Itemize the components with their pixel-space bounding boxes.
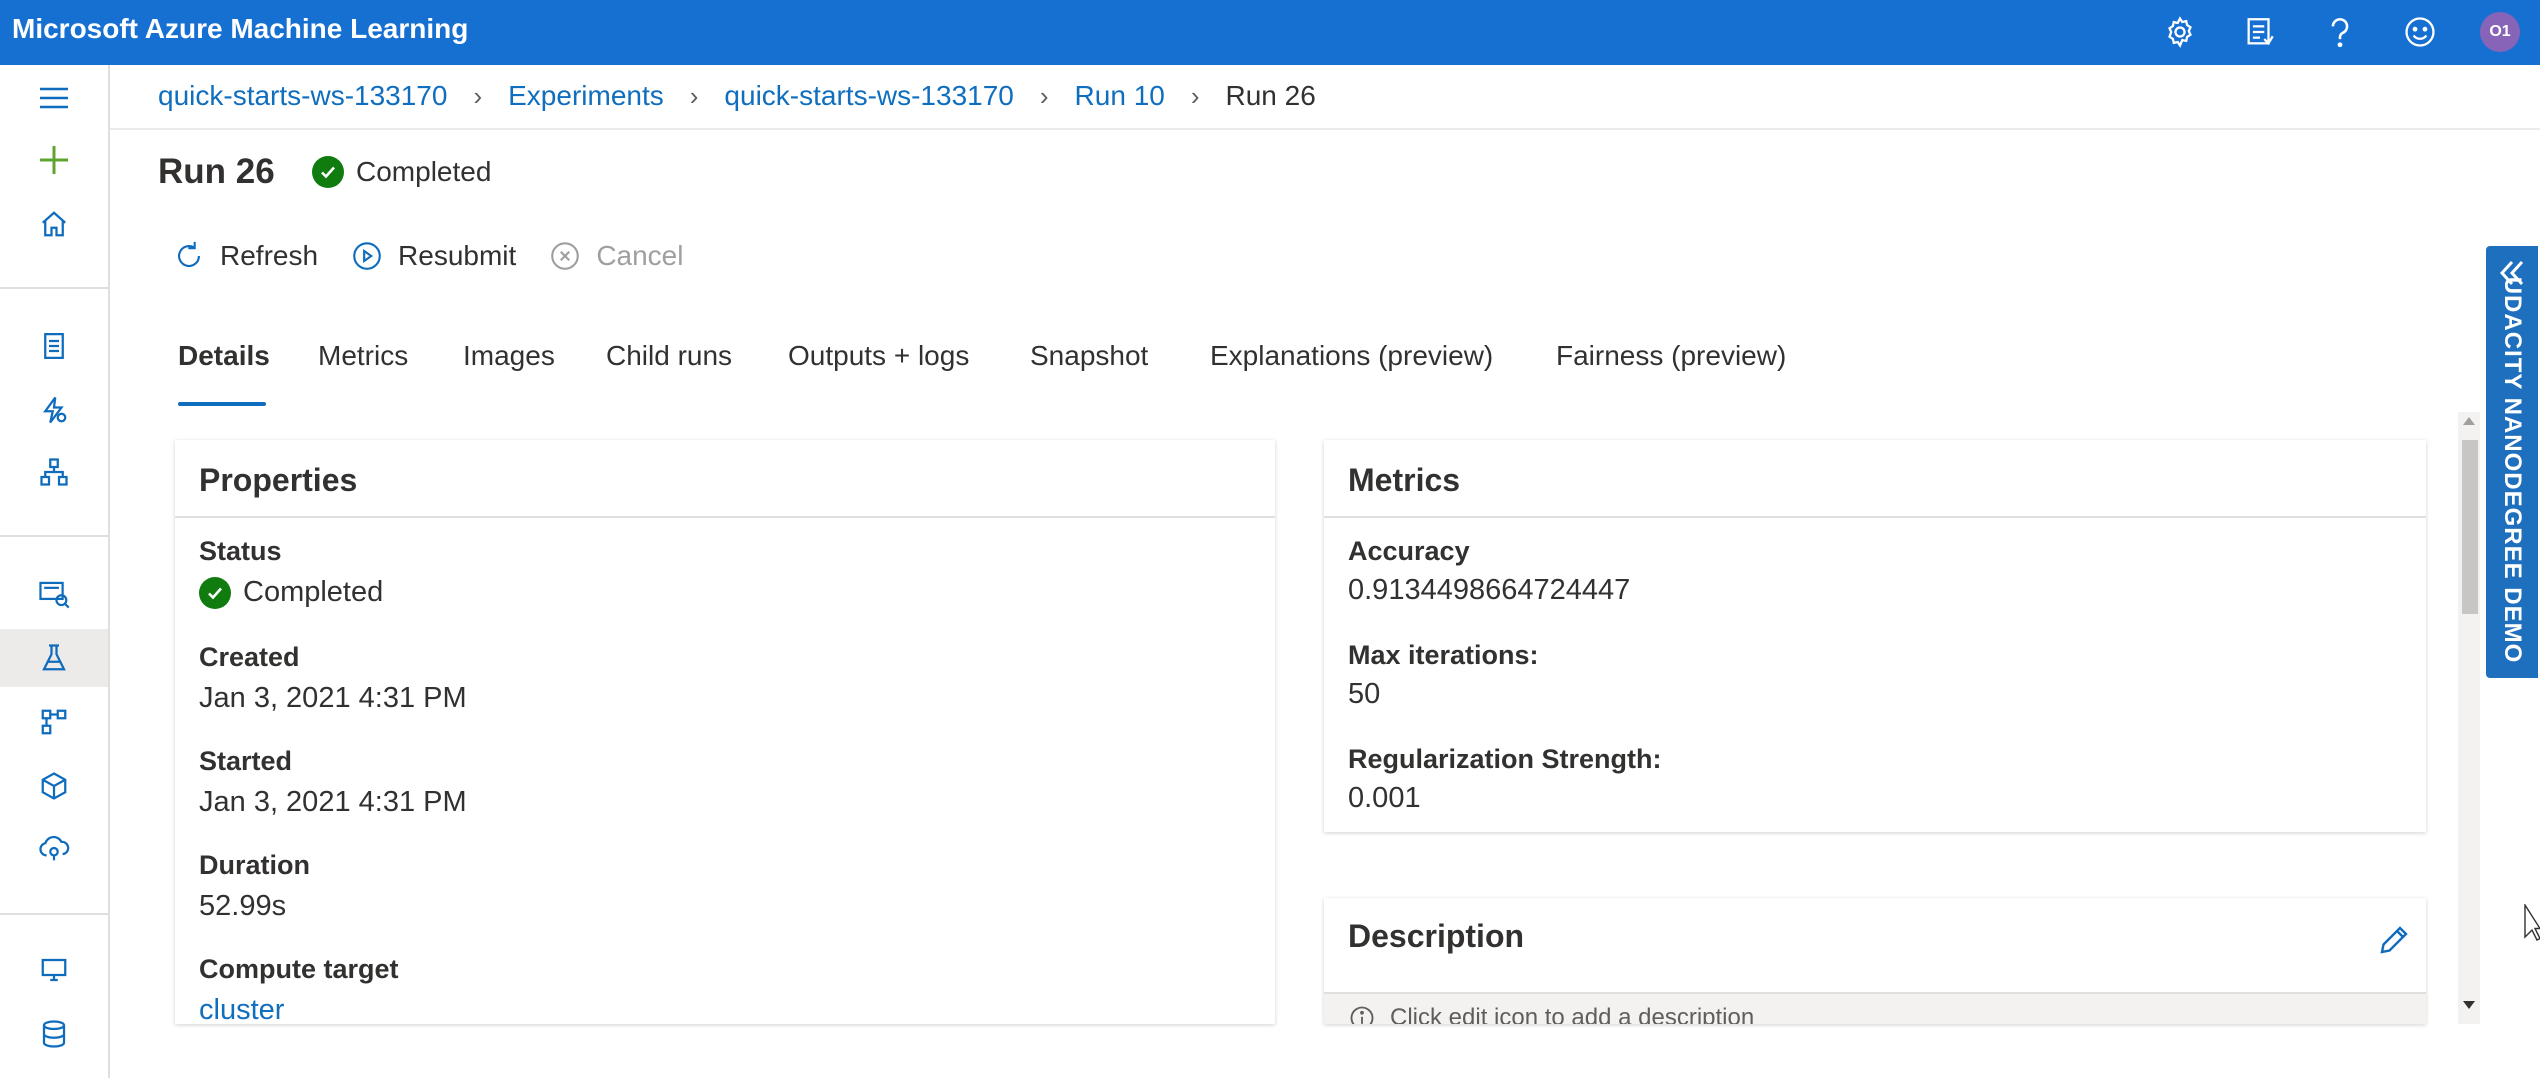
refresh-label: Refresh: [220, 240, 319, 271]
tab-images[interactable]: Images: [463, 340, 555, 406]
tab-fairness-label: Fairness (preview): [1556, 340, 1787, 371]
udacity-side-tab-label: UDACITY NANODEGREE DEMO: [2499, 276, 2526, 664]
page-title: Run 26: [158, 152, 275, 191]
tab-metrics[interactable]: Metrics: [318, 340, 408, 406]
resubmit-label: Resubmit: [398, 240, 517, 271]
metrics-title: Metrics: [1348, 462, 1461, 498]
description-title: Description: [1348, 918, 1525, 954]
automl-icon[interactable]: [0, 381, 108, 439]
tab-fairness[interactable]: Fairness (preview): [1556, 340, 1786, 406]
scroll-down-arrow-icon[interactable]: [2460, 998, 2478, 1017]
status-badge: Completed: [312, 156, 491, 188]
tab-child-runs[interactable]: Child runs: [606, 340, 732, 406]
status-label: Status: [199, 536, 282, 566]
accuracy-value: 0.9134498664724447: [1348, 574, 1631, 606]
avatar[interactable]: O1: [2480, 12, 2520, 52]
home-icon[interactable]: [0, 195, 108, 253]
play-circle-icon: [353, 242, 381, 270]
endpoints-icon[interactable]: [0, 819, 108, 877]
tab-explanations[interactable]: Explanations (preview): [1210, 340, 1493, 406]
hamburger-menu-icon[interactable]: [0, 69, 108, 127]
toolbar: Refresh Resubmit Cancel: [172, 236, 715, 276]
breadcrumb-workspace[interactable]: quick-starts-ws-133170: [158, 80, 447, 112]
compute-target-link[interactable]: cluster: [199, 994, 284, 1024]
tab-outputs-logs[interactable]: Outputs + logs: [788, 340, 969, 406]
scroll-up-arrow-icon[interactable]: [2460, 414, 2478, 433]
created-label: Created: [199, 642, 300, 672]
status-value: Completed: [199, 576, 383, 609]
breadcrumb-experiments[interactable]: Experiments: [508, 80, 664, 112]
smiley-icon[interactable]: [2396, 8, 2444, 56]
max-iterations-label: Max iterations:: [1348, 640, 1539, 670]
check-circle-icon: [312, 156, 344, 188]
edit-pencil-icon[interactable]: [2376, 922, 2412, 963]
tab-snapshot[interactable]: Snapshot: [1030, 340, 1148, 406]
started-value: Jan 3, 2021 4:31 PM: [199, 786, 467, 818]
created-value: Jan 3, 2021 4:31 PM: [199, 682, 467, 714]
duration-value: 52.99s: [199, 890, 287, 922]
tab-outputs-logs-label: Outputs + logs: [788, 340, 970, 371]
breadcrumb: quick-starts-ws-133170 › Experiments › q…: [158, 74, 1316, 118]
add-icon[interactable]: [0, 131, 108, 189]
description-card: Description Click edit icon to add a des…: [1324, 898, 2426, 1024]
help-icon[interactable]: [2316, 8, 2364, 56]
max-iterations-value: 50: [1348, 678, 1381, 710]
compute-icon[interactable]: [0, 941, 108, 999]
refresh-button[interactable]: Refresh: [172, 239, 318, 273]
properties-title: Properties: [199, 462, 358, 498]
top-bar: Microsoft Azure Machine Learning O1: [0, 0, 2540, 65]
breadcrumb-experiment[interactable]: quick-starts-ws-133170: [724, 80, 1013, 112]
chevron-right-icon: ›: [689, 80, 699, 111]
regularization-label: Regularization Strength:: [1348, 744, 1662, 774]
scrollbar-thumb[interactable]: [2462, 440, 2478, 614]
tab-explanations-label: Explanations (preview): [1210, 340, 1494, 371]
status-value-text: Completed: [243, 576, 384, 608]
feedback-icon[interactable]: [2236, 8, 2284, 56]
metrics-card: Metrics Accuracy 0.9134498664724447 Max …: [1324, 440, 2426, 832]
breadcrumb-parent-run[interactable]: Run 10: [1075, 80, 1165, 112]
left-nav: [0, 65, 110, 1078]
tab-active-indicator: [178, 402, 266, 406]
chevron-right-icon: ›: [473, 80, 483, 111]
experiments-icon[interactable]: [0, 629, 108, 687]
tab-details-label: Details: [178, 340, 270, 371]
compute-target-label: Compute target: [199, 954, 399, 984]
card-divider: [175, 516, 1275, 518]
properties-card: Properties Status Completed Created Jan …: [175, 440, 1275, 1024]
datastores-icon[interactable]: [0, 1005, 108, 1063]
notebook-icon[interactable]: [0, 317, 108, 375]
models-icon[interactable]: [0, 757, 108, 815]
chevron-right-icon: ›: [1190, 80, 1200, 111]
tab-child-runs-label: Child runs: [606, 340, 733, 371]
check-circle-icon: [199, 576, 231, 609]
card-divider: [1324, 516, 2426, 518]
breadcrumb-current: Run 26: [1225, 80, 1316, 111]
tab-metrics-label: Metrics: [318, 340, 409, 371]
cancel-circle-icon: [551, 242, 580, 270]
accuracy-label: Accuracy: [1348, 536, 1470, 566]
breadcrumb-divider: [110, 128, 2540, 130]
mouse-cursor-icon: [2524, 902, 2540, 947]
started-label: Started: [199, 746, 293, 776]
regularization-value: 0.001: [1348, 782, 1421, 814]
app-title[interactable]: Microsoft Azure Machine Learning: [12, 13, 468, 45]
status-text: Completed: [356, 156, 492, 187]
duration-label: Duration: [199, 850, 310, 880]
refresh-icon: [178, 241, 200, 268]
description-hint-bar: Click edit icon to add a description: [1324, 994, 2426, 1024]
cancel-label: Cancel: [596, 240, 684, 271]
designer-icon[interactable]: [0, 443, 108, 501]
tab-snapshot-label: Snapshot: [1030, 340, 1149, 371]
tab-images-label: Images: [463, 340, 555, 371]
info-icon: [1350, 1006, 1374, 1024]
gear-icon[interactable]: [2156, 8, 2204, 56]
description-hint: Click edit icon to add a description: [1390, 1004, 1755, 1024]
chevron-right-icon: ›: [1039, 80, 1049, 111]
datasets-icon[interactable]: [0, 565, 108, 623]
cancel-button[interactable]: Cancel: [548, 239, 683, 273]
pipelines-icon[interactable]: [0, 693, 108, 751]
resubmit-button[interactable]: Resubmit: [350, 239, 516, 273]
tab-details[interactable]: Details: [178, 340, 270, 406]
